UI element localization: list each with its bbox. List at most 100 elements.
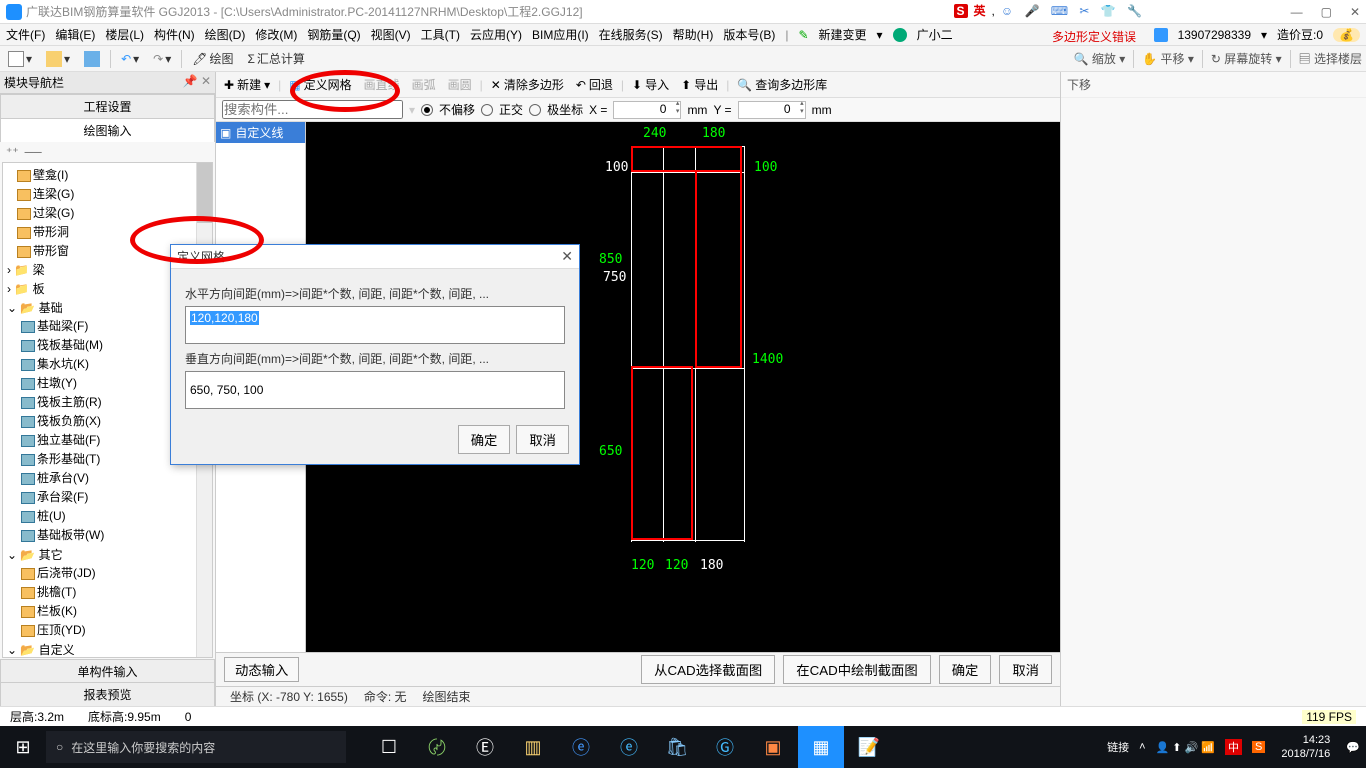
dialog-close-icon[interactable]: ✕	[561, 248, 573, 265]
folder-icon[interactable]: ▥	[510, 726, 556, 768]
menu-component[interactable]: 构件(N)	[154, 26, 195, 43]
menu-online[interactable]: 在线服务(S)	[599, 26, 663, 43]
edge-legacy-icon[interactable]: Ⓔ	[462, 726, 508, 768]
radio-no-offset[interactable]	[421, 104, 433, 116]
app-icon-4[interactable]: ▦	[798, 726, 844, 768]
floor-height: 层高:3.2m	[10, 708, 64, 725]
start-button[interactable]	[0, 726, 46, 768]
radio-polar[interactable]	[529, 104, 541, 116]
dynamic-input-button[interactable]: 动态输入	[224, 657, 299, 682]
store-icon[interactable]: 🛍	[654, 726, 700, 768]
menu-view[interactable]: 视图(V)	[371, 26, 411, 43]
move-down-label[interactable]: 下移	[1061, 72, 1366, 98]
app-icon-2[interactable]: Ⓖ	[702, 726, 748, 768]
radio-ortho[interactable]	[481, 104, 493, 116]
menu-rebar[interactable]: 钢筋量(Q)	[307, 26, 360, 43]
new-button[interactable]: ✚ 新建 ▾	[220, 76, 274, 93]
v-spacing-input[interactable]	[185, 371, 565, 409]
draw-line-button[interactable]: 画直线	[360, 76, 404, 93]
select-floor-button[interactable]: ▤ 选择楼层	[1299, 50, 1362, 67]
menu-floor[interactable]: 楼层(L)	[105, 26, 144, 43]
app-icon-1[interactable]: 〄	[414, 726, 460, 768]
redo-button[interactable]: ▾	[149, 52, 175, 66]
app-icon-3[interactable]: ▣	[750, 726, 796, 768]
app-icon-5[interactable]: 📝	[846, 726, 892, 768]
y-input[interactable]: 0	[738, 101, 806, 119]
menu-modify[interactable]: 修改(M)	[255, 26, 297, 43]
maximize-button[interactable]: ▢	[1321, 5, 1332, 19]
x-input[interactable]: 0	[613, 101, 681, 119]
assistant-avatar-icon	[893, 28, 907, 42]
menu-version[interactable]: 版本号(B)	[723, 26, 775, 43]
close-button[interactable]: ✕	[1350, 5, 1360, 19]
in-cad-button[interactable]: 在CAD中绘制截面图	[783, 655, 930, 684]
menu-bim[interactable]: BIM应用(I)	[532, 26, 589, 43]
tree-expand-icon[interactable]: ⁺⁺	[6, 145, 19, 159]
undo-button[interactable]: ▾	[117, 52, 143, 66]
ok-button[interactable]: 确定	[939, 655, 992, 684]
minimize-button[interactable]: —	[1291, 5, 1303, 19]
search-component-input[interactable]	[222, 100, 403, 119]
sogou-icon[interactable]: S	[954, 4, 968, 18]
rotate-button[interactable]: ↻ 屏幕旋转 ▾	[1211, 50, 1282, 67]
window-titlebar: 广联达BIM钢筋算量软件 GGJ2013 - [C:\Users\Adminis…	[0, 0, 1366, 24]
tab-single-input[interactable]: 单构件输入	[0, 659, 215, 683]
error-text: 多边形定义错误	[1052, 28, 1136, 45]
ie-icon[interactable]: ⓔ	[606, 726, 652, 768]
notification-icon[interactable]: 💬	[1346, 741, 1360, 754]
menu-cloud[interactable]: 云应用(Y)	[470, 26, 522, 43]
ime-lang[interactable]: 英	[974, 2, 986, 19]
query-polygon-button[interactable]: 🔍 查询多边形库	[733, 76, 831, 93]
zoom-button[interactable]: 🔍 缩放 ▾	[1074, 50, 1126, 67]
draw-button[interactable]: 🖊 绘图	[188, 50, 237, 67]
tray-sogou-icon[interactable]: S	[1252, 741, 1265, 753]
currency-icon[interactable]: 💰	[1333, 28, 1360, 42]
tray-link[interactable]: 链接	[1107, 739, 1129, 755]
tab-draw-input[interactable]: 绘图输入	[0, 118, 215, 142]
from-cad-button[interactable]: 从CAD选择截面图	[641, 655, 775, 684]
dialog-ok-button[interactable]: 确定	[458, 425, 511, 454]
tree-toolbar: ⁺⁺ ──	[0, 142, 215, 162]
close-pane-icon[interactable]: ✕	[201, 74, 211, 88]
menu-draw[interactable]: 绘图(D)	[205, 26, 246, 43]
pan-button[interactable]: ✋ 平移 ▾	[1142, 50, 1194, 67]
cancel-button[interactable]: 取消	[999, 655, 1052, 684]
save-file-button[interactable]	[80, 51, 104, 67]
chevron-up-icon[interactable]: ˄	[1139, 741, 1145, 753]
menu-edit[interactable]: 编辑(E)	[55, 26, 95, 43]
edge-icon[interactable]: ⓔ	[558, 726, 604, 768]
tab-project-settings[interactable]: 工程设置	[0, 94, 215, 118]
ime-tools[interactable]: ☺ 🎤 ⌨ ✂ 👕 🔧	[1001, 4, 1146, 18]
menu-help[interactable]: 帮助(H)	[673, 26, 714, 43]
import-button[interactable]: ⬇ 导入	[628, 76, 673, 93]
tray-ime-badge[interactable]: 中	[1225, 739, 1242, 755]
menu-tool[interactable]: 工具(T)	[421, 26, 460, 43]
sum-calc-button[interactable]: Σ 汇总计算	[244, 50, 309, 67]
clear-polygon-button[interactable]: ✕ 清除多边形	[487, 76, 568, 93]
new-file-button[interactable]: ▾	[4, 51, 36, 67]
export-button[interactable]: ⬆ 导出	[677, 76, 722, 93]
draw-circle-button[interactable]: 画圆	[444, 76, 476, 93]
draw-arc-button[interactable]: 画弧	[408, 76, 440, 93]
tray-icons[interactable]: 👤 ⬆ 🔊 📶	[1156, 741, 1215, 754]
list-item-custom-line[interactable]: 自定义线	[216, 122, 305, 143]
menu-assistant[interactable]: 广小二	[917, 26, 953, 43]
tree-collapse-icon[interactable]: ──	[25, 145, 42, 159]
center-toolbar: ✚ 新建 ▾ | ▦ 定义网格 画直线 画弧 画圆 | ✕ 清除多边形 ↶ 回退…	[216, 72, 1060, 98]
menu-new-change[interactable]: 新建变更	[819, 26, 867, 43]
open-file-button[interactable]: ▾	[42, 51, 74, 67]
menu-file[interactable]: 文件(F)	[6, 26, 45, 43]
tab-report-preview[interactable]: 报表预览	[0, 682, 215, 706]
user-phone[interactable]: 13907298339	[1178, 28, 1251, 42]
task-view-icon[interactable]: ☐	[366, 726, 412, 768]
dialog-cancel-button[interactable]: 取消	[516, 425, 569, 454]
ime-bar: S 英 , ☺ 🎤 ⌨ ✂ 👕 🔧	[954, 2, 1147, 19]
back-button[interactable]: ↶ 回退	[572, 76, 617, 93]
pin-icon[interactable]: 📌	[183, 74, 198, 88]
taskbar-clock[interactable]: 14:232018/7/16	[1275, 733, 1336, 761]
status-zero: 0	[185, 710, 192, 724]
h-spacing-input[interactable]: 120,120,180	[185, 306, 565, 344]
h-spacing-label: 水平方向间距(mm)=>间距*个数, 间距, 间距*个数, 间距, ...	[185, 285, 565, 302]
taskbar-search[interactable]: 在这里输入你要搜索的内容	[46, 731, 346, 763]
define-grid-button[interactable]: ▦ 定义网格	[285, 76, 355, 93]
